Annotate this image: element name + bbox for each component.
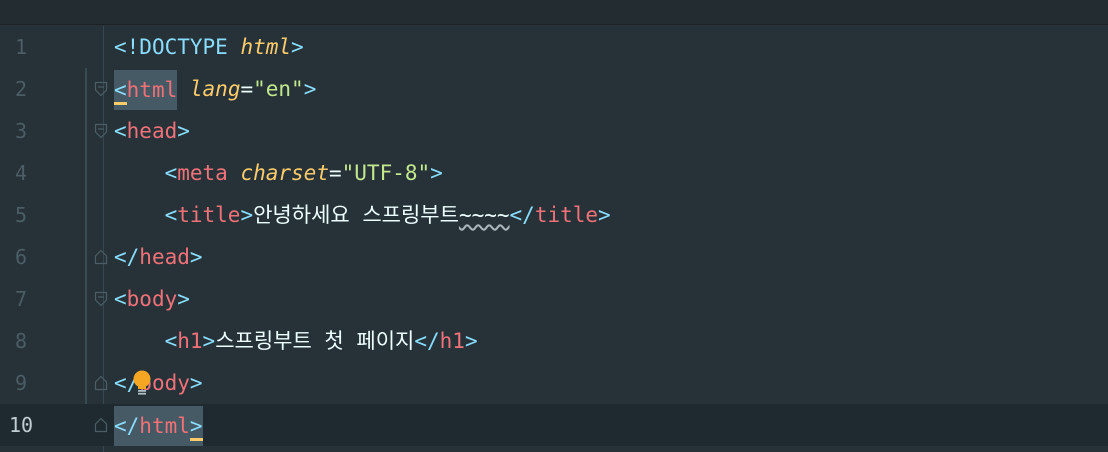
code-editor[interactable]: 1 <!DOCTYPE html> 2 <html lang="en"> 3 <… — [0, 0, 1108, 452]
token-punct: > — [189, 414, 203, 441]
token-attribute: lang — [189, 77, 241, 101]
token-punct: </ — [114, 245, 140, 269]
token-text: 스프링부트 첫 페이지 — [215, 329, 415, 353]
token-string: "UTF-8" — [341, 161, 431, 185]
token-tag: body — [126, 287, 178, 311]
line-number: 10 — [8, 413, 34, 437]
line-number: 1 — [14, 35, 28, 59]
code-content[interactable]: </head> — [114, 236, 203, 278]
token-tag: meta — [177, 161, 228, 185]
token-text-typo: ~~~~ — [458, 203, 510, 227]
token-punct: </ — [509, 203, 535, 227]
line-number: 5 — [14, 203, 28, 227]
line-number: 6 — [14, 245, 28, 269]
token-tag: h1 — [439, 329, 465, 353]
token-equals: = — [328, 161, 342, 185]
fold-open-icon[interactable] — [94, 123, 108, 139]
line-number: 2 — [14, 77, 28, 101]
token-keyword: DOCTYPE — [139, 35, 228, 59]
code-line-9[interactable]: 9 </body> — [0, 362, 1108, 404]
token-punct: < — [114, 119, 127, 143]
token-equals: = — [240, 77, 254, 101]
token-attribute: charset — [240, 161, 329, 185]
line-number: 9 — [14, 371, 28, 395]
token-punct: <! — [114, 35, 140, 59]
token-punct: > — [202, 329, 216, 353]
code-content[interactable]: <!DOCTYPE html> — [114, 26, 304, 68]
token-punct: </ — [114, 414, 140, 438]
line-number: 7 — [14, 287, 28, 311]
token-punct: > — [189, 245, 203, 269]
token-tag: title — [177, 203, 241, 227]
token-punct: < — [114, 78, 127, 105]
code-content[interactable]: </body> — [114, 362, 203, 404]
token-tag: h1 — [177, 329, 203, 353]
lightbulb-icon[interactable] — [131, 369, 153, 397]
code-line-5[interactable]: 5 <title>안녕하세요 스프링부트~~~~</title> — [0, 194, 1108, 236]
token-punct: > — [177, 287, 190, 311]
fold-close-icon[interactable] — [94, 249, 108, 265]
code-line-3[interactable]: 3 <head> — [0, 110, 1108, 152]
code-content[interactable]: <title>안녕하세요 스프링부트~~~~</title> — [114, 194, 611, 236]
editor-top-strip — [0, 0, 1108, 25]
fold-open-icon[interactable] — [94, 81, 108, 97]
fold-open-icon[interactable] — [94, 291, 108, 307]
token-punct: < — [164, 203, 178, 227]
line-number: 3 — [14, 119, 28, 143]
code-line-8[interactable]: 8 <h1>스프링부트 첫 페이지</h1> — [0, 320, 1108, 362]
code-content[interactable]: <head> — [114, 110, 190, 152]
token-punct: > — [598, 203, 611, 227]
code-line-4[interactable]: 4 <meta charset="UTF-8"> — [0, 152, 1108, 194]
token-punct: < — [164, 161, 178, 185]
code-content[interactable]: <body> — [114, 278, 190, 320]
token-punct: > — [189, 371, 203, 395]
fold-close-icon[interactable] — [94, 375, 108, 391]
token-tag: head — [126, 119, 178, 143]
token-text: 안녕하세요 스프링부트 — [253, 203, 459, 227]
token-punct: > — [291, 35, 304, 59]
token-punct: > — [464, 329, 478, 353]
token-punct: </ — [414, 329, 440, 353]
token-punct: > — [303, 77, 317, 101]
token-punct: > — [240, 203, 254, 227]
code-content[interactable]: <html lang="en"> — [114, 68, 316, 110]
token-punct: < — [164, 329, 178, 353]
tag-match-highlight: <html — [114, 70, 178, 110]
token-tag: head — [139, 245, 190, 269]
token-punct: < — [114, 287, 127, 311]
line-number: 8 — [14, 329, 28, 353]
code-content[interactable]: <h1>스프링부트 첫 페이지</h1> — [114, 320, 478, 362]
token-tag: html — [139, 414, 190, 438]
code-line-10[interactable]: 10 </html> — [0, 404, 1108, 446]
code-line-7[interactable]: 7 <body> — [0, 278, 1108, 320]
code-line-6[interactable]: 6 </head> — [0, 236, 1108, 278]
token-string: "en" — [253, 77, 304, 101]
token-tag: title — [534, 203, 599, 227]
tag-match-highlight: </html> — [114, 406, 203, 446]
fold-close-icon[interactable] — [94, 417, 108, 433]
token-punct: > — [177, 119, 190, 143]
token-punct: > — [430, 161, 443, 185]
code-line-2[interactable]: 2 <html lang="en"> — [0, 68, 1108, 110]
code-content[interactable]: </html> — [114, 404, 203, 446]
code-line-1[interactable]: 1 <!DOCTYPE html> — [0, 26, 1108, 68]
line-number: 4 — [14, 161, 28, 185]
token-doctype-name: html — [240, 35, 292, 59]
token-tag: html — [126, 78, 178, 102]
code-content[interactable]: <meta charset="UTF-8"> — [114, 152, 443, 194]
